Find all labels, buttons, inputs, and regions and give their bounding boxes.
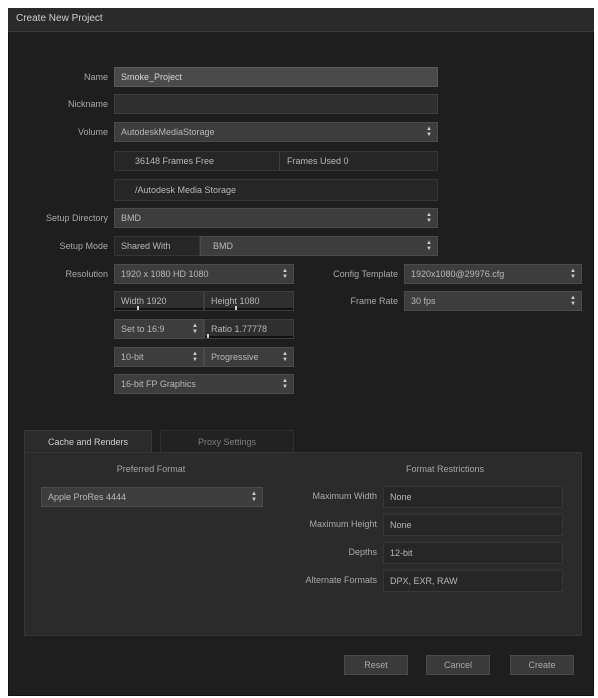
height-value: Height 1080 — [211, 296, 260, 306]
frames-free: 36148 Frames Free — [135, 156, 215, 166]
setup-directory-value: BMD — [121, 213, 141, 223]
volume-path: /Autodesk Media Storage — [114, 179, 438, 201]
max-width-value: None — [383, 486, 563, 508]
chevron-updown-icon: ▲ ▼ — [251, 491, 257, 503]
resolution-value: 1920 x 1080 HD 1080 — [121, 269, 209, 279]
ratio-field[interactable]: Ratio 1.77778 — [204, 319, 294, 339]
frames-divider — [279, 152, 280, 170]
chevron-updown-icon: ▲ ▼ — [426, 126, 432, 138]
volume-dropdown[interactable]: AutodeskMediaStorage ▲ ▼ — [114, 122, 438, 142]
config-template-dropdown[interactable]: 1920x1080@29976.cfg ▲ ▼ — [404, 264, 582, 284]
volume-frames-box: 36148 Frames Free Frames Used 0 — [114, 151, 438, 171]
chevron-updown-icon: ▲ ▼ — [426, 240, 432, 252]
setup-mode-label: Setup Mode — [59, 241, 108, 251]
config-template-label: Config Template — [333, 269, 398, 279]
preferred-format-value: Apple ProRes 4444 — [48, 492, 127, 502]
graphics-value: 16-bit FP Graphics — [121, 379, 196, 389]
width-slider-handle[interactable] — [137, 306, 139, 310]
setup-mode-value: BMD — [213, 241, 233, 251]
scan-mode-value: Progressive — [211, 352, 259, 362]
frames-used: Frames Used 0 — [287, 156, 349, 166]
cancel-button[interactable]: Cancel — [426, 655, 490, 675]
depths-value: 12-bit — [383, 542, 563, 564]
bit-depth-value: 10-bit — [121, 352, 144, 362]
nickname-input[interactable] — [114, 94, 438, 114]
name-label: Name — [83, 72, 108, 82]
chevron-updown-icon: ▲ ▼ — [192, 351, 198, 363]
setup-mode-type: Shared With — [114, 236, 200, 256]
frame-rate-label: Frame Rate — [350, 296, 398, 306]
aspect-value: Set to 16:9 — [121, 324, 165, 334]
height-field[interactable]: Height 1080 — [204, 291, 294, 311]
resolution-label: Resolution — [65, 269, 108, 279]
alternate-formats-value: DPX, EXR, RAW — [383, 570, 563, 592]
chevron-updown-icon: ▲ ▼ — [570, 295, 576, 307]
chevron-updown-icon: ▲ ▼ — [282, 378, 288, 390]
chevron-updown-icon: ▲ ▼ — [282, 351, 288, 363]
config-template-value: 1920x1080@29976.cfg — [411, 269, 505, 279]
alternate-formats-label: Alternate Formats — [305, 575, 377, 585]
reset-button[interactable]: Reset — [344, 655, 408, 675]
bit-depth-dropdown[interactable]: 10-bit ▲ ▼ — [114, 347, 204, 367]
nickname-label: Nickname — [67, 99, 108, 109]
frame-rate-value: 30 fps — [411, 296, 436, 306]
height-slider-handle[interactable] — [235, 306, 237, 310]
create-button[interactable]: Create — [510, 655, 574, 675]
width-value: Width 1920 — [121, 296, 167, 306]
format-restrictions-header: Format Restrictions — [405, 464, 485, 474]
title-bar: Create New Project — [8, 8, 594, 32]
preferred-format-header: Preferred Format — [116, 464, 186, 474]
setup-directory-label: Setup Directory — [45, 213, 108, 223]
depths-label: Depths — [348, 547, 377, 557]
chevron-updown-icon: ▲ ▼ — [192, 323, 198, 335]
frame-rate-dropdown[interactable]: 30 fps ▲ ▼ — [404, 291, 582, 311]
max-width-label: Maximum Width — [312, 491, 377, 501]
resolution-dropdown[interactable]: 1920 x 1080 HD 1080 ▲ ▼ — [114, 264, 294, 284]
ratio-slider-handle[interactable] — [207, 334, 209, 338]
cache-renders-panel: Preferred Format Apple ProRes 4444 ▲ ▼ Fo… — [24, 452, 582, 636]
max-height-label: Maximum Height — [309, 519, 377, 529]
max-height-value: None — [383, 514, 563, 536]
scan-mode-dropdown[interactable]: Progressive ▲ ▼ — [204, 347, 294, 367]
ratio-value: Ratio 1.77778 — [211, 324, 268, 334]
create-project-dialog: Create New Project Name Smoke_Project Ni… — [8, 8, 594, 696]
name-input[interactable]: Smoke_Project — [114, 67, 438, 87]
width-field[interactable]: Width 1920 — [114, 291, 204, 311]
graphics-dropdown[interactable]: 16-bit FP Graphics ▲ ▼ — [114, 374, 294, 394]
dialog-title: Create New Project — [16, 13, 103, 24]
volume-path-text: /Autodesk Media Storage — [135, 185, 237, 195]
preferred-format-dropdown[interactable]: Apple ProRes 4444 ▲ ▼ — [41, 487, 263, 507]
volume-value: AutodeskMediaStorage — [121, 127, 215, 137]
setup-directory-dropdown[interactable]: BMD ▲ ▼ — [114, 208, 438, 228]
tab-proxy-settings[interactable]: Proxy Settings — [160, 430, 294, 452]
chevron-updown-icon: ▲ ▼ — [282, 268, 288, 280]
tab-cache-and-renders[interactable]: Cache and Renders — [24, 430, 152, 452]
volume-label: Volume — [77, 127, 108, 137]
setup-mode-dropdown[interactable]: BMD ▲ ▼ — [200, 236, 438, 256]
chevron-updown-icon: ▲ ▼ — [570, 268, 576, 280]
aspect-dropdown[interactable]: Set to 16:9 ▲ ▼ — [114, 319, 204, 339]
chevron-updown-icon: ▲ ▼ — [426, 212, 432, 224]
